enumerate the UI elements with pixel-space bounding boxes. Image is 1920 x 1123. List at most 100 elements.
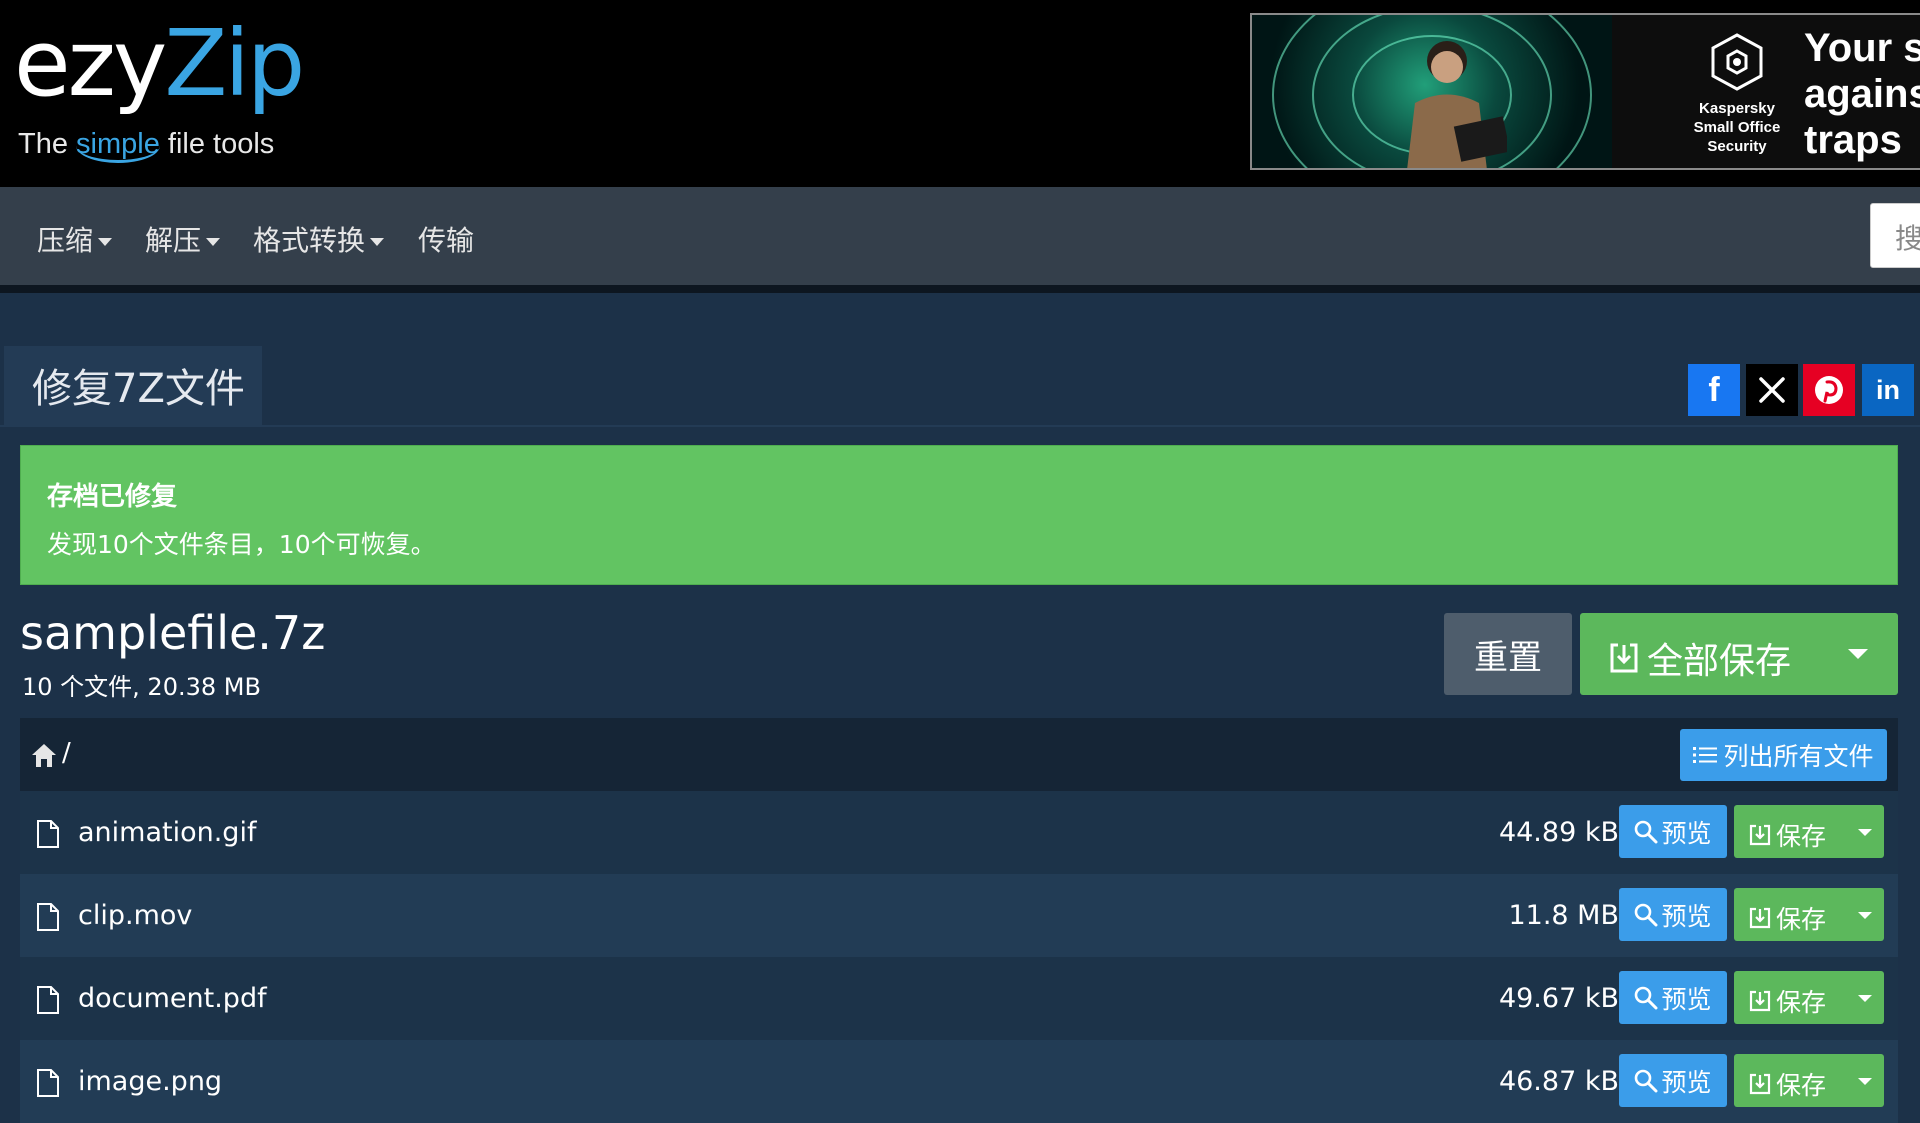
download-icon <box>1610 643 1638 673</box>
x-icon <box>1759 377 1785 403</box>
nav-convert-label: 格式转换 <box>253 224 366 257</box>
download-icon <box>1749 1073 1771 1095</box>
file-row: document.pdf 49.67 kB 预览 保存 <box>20 957 1898 1040</box>
file-row: image.png 46.87 kB 预览 保存 <box>20 1040 1898 1123</box>
nav-compress[interactable]: 压缩 <box>37 219 113 259</box>
save-all-label: 全部保存 <box>1647 641 1792 682</box>
page-title-tab[interactable]: 修复7Z文件 <box>4 346 262 425</box>
linkedin-icon: in <box>1876 374 1900 405</box>
save-dropdown-icon[interactable] <box>1858 829 1872 836</box>
breadcrumb: / <box>62 738 71 768</box>
save-all-dropdown-icon[interactable] <box>1848 649 1868 659</box>
file-name: image.png <box>78 1066 223 1097</box>
download-icon <box>1749 824 1771 846</box>
search-icon <box>1635 1069 1658 1092</box>
person-illustration <box>1407 41 1507 168</box>
ad-artwork <box>1252 15 1612 168</box>
facebook-share-button[interactable]: f <box>1688 364 1740 416</box>
download-icon <box>1749 907 1771 929</box>
download-icon <box>1749 990 1771 1012</box>
caret-down-icon <box>206 238 221 246</box>
main-navbar: 压缩 解压 格式转换 传输 <box>0 187 1920 285</box>
tagline-part-3: file tools <box>159 128 275 160</box>
nav-transfer-label: 传输 <box>418 224 475 257</box>
alert-message: 发现10个文件条目，10个可恢复。 <box>47 530 436 559</box>
save-label: 保存 <box>1776 905 1827 934</box>
logo-zip: Zip <box>164 10 305 117</box>
kaspersky-shield-icon <box>1711 33 1763 91</box>
preview-button[interactable]: 预览 <box>1619 971 1727 1024</box>
nav-extract[interactable]: 解压 <box>145 219 221 259</box>
nav-compress-label: 压缩 <box>37 224 94 257</box>
reset-button[interactable]: 重置 <box>1444 613 1572 695</box>
save-label: 保存 <box>1776 822 1827 851</box>
file-row: clip.mov 11.8 MB 预览 保存 <box>20 874 1898 957</box>
logo-ezy: ezy <box>14 10 167 117</box>
save-dropdown-icon[interactable] <box>1858 1078 1872 1085</box>
preview-label: 预览 <box>1661 818 1712 848</box>
ad-brand: Kaspersky Small Office Security <box>1682 31 1792 156</box>
x-share-button[interactable] <box>1746 364 1798 416</box>
ad-slogan: Your s agains traps <box>1804 26 1920 162</box>
preview-button[interactable]: 预览 <box>1619 805 1727 858</box>
tab-divider <box>0 425 1920 427</box>
save-button[interactable]: 保存 <box>1734 805 1884 858</box>
file-name: animation.gif <box>78 817 257 848</box>
file-name: clip.mov <box>78 900 193 931</box>
file-name: document.pdf <box>78 983 267 1014</box>
save-all-button[interactable]: 全部保存 <box>1580 613 1898 695</box>
tagline-part-2: simple <box>76 128 160 163</box>
pinterest-share-button[interactable] <box>1803 364 1855 416</box>
file-icon <box>37 986 59 1014</box>
site-logo[interactable]: ezyZip The simple file tools <box>14 14 305 163</box>
pinterest-icon <box>1815 376 1843 404</box>
file-browser-header: / 列出所有文件 <box>20 718 1898 791</box>
linkedin-share-button[interactable]: in <box>1862 364 1914 416</box>
archive-filename: samplefile.7z <box>20 606 326 660</box>
caret-down-icon <box>98 238 113 246</box>
alert-title: 存档已修复 <box>47 482 178 512</box>
preview-button[interactable]: 预览 <box>1619 888 1727 941</box>
logo-wordmark: ezyZip <box>14 14 305 114</box>
save-button[interactable]: 保存 <box>1734 971 1884 1024</box>
nav-divider <box>0 285 1920 293</box>
save-label: 保存 <box>1776 1071 1827 1100</box>
home-icon[interactable] <box>30 742 58 768</box>
nav-transfer[interactable]: 传输 <box>418 219 474 259</box>
file-size: 44.89 kB <box>1498 817 1619 848</box>
save-label: 保存 <box>1776 988 1827 1017</box>
file-size: 11.8 MB <box>1508 900 1619 931</box>
list-all-label: 列出所有文件 <box>1723 742 1874 771</box>
file-icon <box>37 820 59 848</box>
caret-down-icon <box>370 238 385 246</box>
preview-label: 预览 <box>1661 984 1712 1014</box>
ad-brand-text: Kaspersky Small Office Security <box>1693 100 1781 155</box>
advertisement-banner[interactable]: Kaspersky Small Office Security Your s a… <box>1250 13 1920 170</box>
nav-convert[interactable]: 格式转换 <box>253 219 385 259</box>
search-input[interactable]: 搜 <box>1870 203 1920 268</box>
save-dropdown-icon[interactable] <box>1858 995 1872 1002</box>
save-button[interactable]: 保存 <box>1734 1054 1884 1107</box>
site-header: ezyZip The simple file tools Kaspersky S… <box>0 0 1920 187</box>
search-icon <box>1635 820 1658 843</box>
logo-tagline: The simple file tools <box>18 128 302 163</box>
list-all-files-button[interactable]: 列出所有文件 <box>1680 729 1887 781</box>
preview-label: 预览 <box>1661 901 1712 931</box>
success-alert: 存档已修复 发现10个文件条目，10个可恢复。 <box>20 445 1898 585</box>
facebook-icon: f <box>1708 370 1720 409</box>
file-icon <box>37 903 59 931</box>
archive-summary: 10 个文件, 20.38 MB <box>22 673 261 701</box>
save-dropdown-icon[interactable] <box>1858 912 1872 919</box>
file-size: 46.87 kB <box>1498 1066 1619 1097</box>
preview-button[interactable]: 预览 <box>1619 1054 1727 1107</box>
file-list: animation.gif 44.89 kB 预览 保存 clip.mov 11… <box>20 791 1898 1123</box>
file-icon <box>37 1069 59 1097</box>
search-icon <box>1635 903 1658 926</box>
list-icon <box>1693 747 1718 763</box>
save-button[interactable]: 保存 <box>1734 888 1884 941</box>
preview-label: 预览 <box>1661 1067 1712 1097</box>
nav-extract-label: 解压 <box>145 224 202 257</box>
file-row: animation.gif 44.89 kB 预览 保存 <box>20 791 1898 874</box>
search-icon <box>1635 986 1658 1009</box>
file-size: 49.67 kB <box>1498 983 1619 1014</box>
